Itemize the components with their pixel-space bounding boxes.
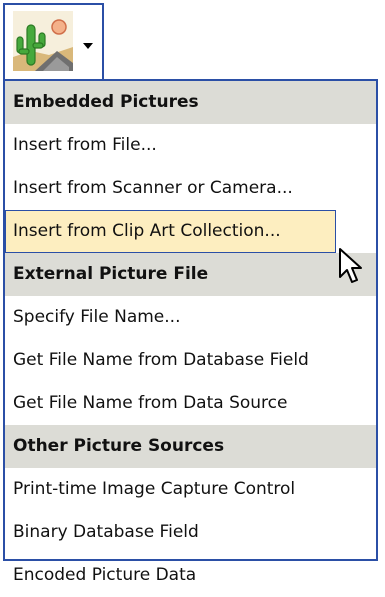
dropdown-arrow-icon[interactable] [83, 43, 93, 49]
menu-item-file-name-from-database-field[interactable]: Get File Name from Database Field [5, 339, 376, 382]
menu-item-encoded-picture-data[interactable]: Encoded Picture Data [5, 554, 376, 597]
menu-item-insert-from-file[interactable]: Insert from File... [5, 124, 376, 167]
section-header-other-picture-sources: Other Picture Sources [5, 425, 376, 468]
menu-item-file-name-from-data-source[interactable]: Get File Name from Data Source [5, 382, 376, 425]
section-header-external-picture-file: External Picture File [5, 253, 376, 296]
menu-item-print-time-image-capture[interactable]: Print-time Image Capture Control [5, 468, 376, 511]
menu-item-insert-from-clip-art[interactable]: Insert from Clip Art Collection... [5, 210, 336, 253]
section-header-embedded-pictures: Embedded Pictures [5, 81, 376, 124]
insert-picture-button[interactable] [3, 3, 104, 79]
mouse-pointer-icon [339, 248, 362, 283]
picture-source-menu: Embedded Pictures Insert from File... In… [3, 79, 378, 585]
cactus-desert-clipart-icon [13, 11, 73, 71]
menu-item-specify-file-name[interactable]: Specify File Name... [5, 296, 376, 339]
menu-item-insert-from-scanner[interactable]: Insert from Scanner or Camera... [5, 167, 376, 210]
menu-item-binary-database-field[interactable]: Binary Database Field [5, 511, 376, 554]
